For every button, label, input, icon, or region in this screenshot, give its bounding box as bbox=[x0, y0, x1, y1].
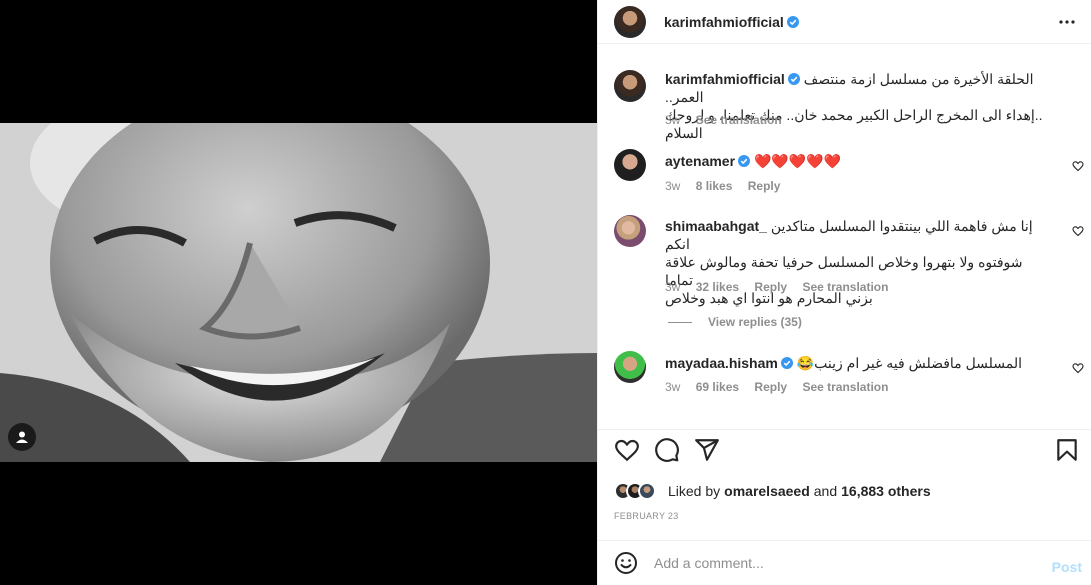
comment-meta: 3w 69 likes Reply See translation bbox=[665, 380, 900, 394]
commenter-avatar[interactable] bbox=[614, 149, 646, 181]
comment-see-translation[interactable]: See translation bbox=[802, 280, 888, 294]
comment-reply-button[interactable]: Reply bbox=[748, 179, 781, 193]
liked-by-user[interactable]: omarelsaeed bbox=[724, 483, 810, 499]
replies-divider bbox=[668, 321, 692, 323]
verified-badge-icon bbox=[780, 357, 793, 369]
verified-badge-icon bbox=[787, 73, 800, 85]
comment-meta: 3w 32 likes Reply See translation bbox=[665, 280, 900, 294]
comment-body: mayadaa.hisham المسلسل مافضلش فيه غير ام… bbox=[665, 354, 1052, 372]
more-options-button[interactable] bbox=[1057, 12, 1077, 32]
post-media-panel bbox=[0, 0, 597, 585]
post-comment-button[interactable]: Post bbox=[1052, 559, 1082, 575]
liked-by-and: and bbox=[813, 483, 838, 499]
verified-badge-icon bbox=[786, 16, 799, 28]
post-header: karimfahmiofficial bbox=[598, 0, 1091, 44]
share-button[interactable] bbox=[694, 437, 720, 463]
liked-by-prefix: Liked by bbox=[668, 483, 721, 499]
liked-by-row: Liked by omarelsaeed and 16,883 others bbox=[614, 481, 931, 501]
comment-like-button[interactable] bbox=[1072, 225, 1084, 237]
commenter-avatar[interactable] bbox=[614, 215, 646, 247]
liker-avatar[interactable] bbox=[638, 482, 656, 500]
comment-see-translation[interactable]: See translation bbox=[802, 380, 888, 394]
caption-username[interactable]: karimfahmiofficial bbox=[665, 71, 785, 87]
comment-likes[interactable]: 8 likes bbox=[696, 179, 733, 193]
liked-by-others[interactable]: 16,883 others bbox=[841, 483, 931, 499]
caption-body: karimfahmiofficial الحلقة الأخيرة من مسل… bbox=[665, 70, 1052, 142]
post-date[interactable]: FEBRUARY 23 bbox=[614, 511, 679, 521]
comment-body: aytenamer ❤️❤️❤️❤️❤️ bbox=[665, 152, 1052, 170]
commenter-avatar[interactable] bbox=[614, 351, 646, 383]
comment-likes[interactable]: 32 likes bbox=[696, 280, 739, 294]
comment-username[interactable]: aytenamer bbox=[665, 153, 735, 169]
user-tag-icon bbox=[16, 431, 28, 443]
author-username-text: karimfahmiofficial bbox=[664, 14, 784, 30]
post-action-bar bbox=[598, 431, 1091, 471]
caption-meta: 3w See translation bbox=[665, 113, 794, 127]
comment-text: المسلسل مافضلش فيه غير ام زينب😂 bbox=[796, 355, 1023, 371]
comment-meta: 3w 8 likes Reply bbox=[665, 179, 792, 193]
instagram-post-modal: karimfahmiofficial karimfahmiofficial ال… bbox=[0, 0, 1091, 585]
author-username[interactable]: karimfahmiofficial bbox=[664, 14, 799, 30]
comment-time[interactable]: 3w bbox=[665, 179, 680, 193]
emoji-picker-button[interactable] bbox=[614, 551, 638, 575]
comment-text: ❤️❤️❤️❤️❤️ bbox=[753, 153, 842, 169]
comments-list[interactable]: karimfahmiofficial الحلقة الأخيرة من مسل… bbox=[598, 45, 1091, 430]
caption-time[interactable]: 3w bbox=[665, 113, 680, 127]
comment-button[interactable] bbox=[654, 437, 680, 463]
author-avatar[interactable] bbox=[614, 70, 646, 102]
author-avatar[interactable] bbox=[614, 6, 646, 38]
post-photo[interactable] bbox=[0, 123, 597, 462]
save-bookmark-button[interactable] bbox=[1054, 437, 1080, 463]
comment-time[interactable]: 3w bbox=[665, 280, 680, 294]
like-button[interactable] bbox=[614, 437, 640, 463]
portrait-image bbox=[0, 123, 597, 462]
comment-reply-button[interactable]: Reply bbox=[754, 380, 787, 394]
view-replies-button[interactable]: View replies (35) bbox=[668, 315, 802, 329]
view-replies-label: View replies (35) bbox=[708, 315, 802, 329]
post-side-panel: karimfahmiofficial karimfahmiofficial ال… bbox=[597, 0, 1091, 585]
comment-like-button[interactable] bbox=[1072, 160, 1084, 172]
comment-time[interactable]: 3w bbox=[665, 380, 680, 394]
comment-like-button[interactable] bbox=[1072, 362, 1084, 374]
verified-badge-icon bbox=[738, 155, 751, 167]
user-tag-button[interactable] bbox=[8, 423, 36, 451]
add-comment-input[interactable] bbox=[654, 553, 1014, 573]
add-comment-bar: Post bbox=[598, 540, 1091, 585]
comment-username[interactable]: shimaabahgat_ bbox=[665, 218, 767, 234]
comment-username[interactable]: mayadaa.hisham bbox=[665, 355, 778, 371]
caption-see-translation[interactable]: See translation bbox=[696, 113, 782, 127]
comment-reply-button[interactable]: Reply bbox=[754, 280, 787, 294]
comment-likes[interactable]: 69 likes bbox=[696, 380, 739, 394]
